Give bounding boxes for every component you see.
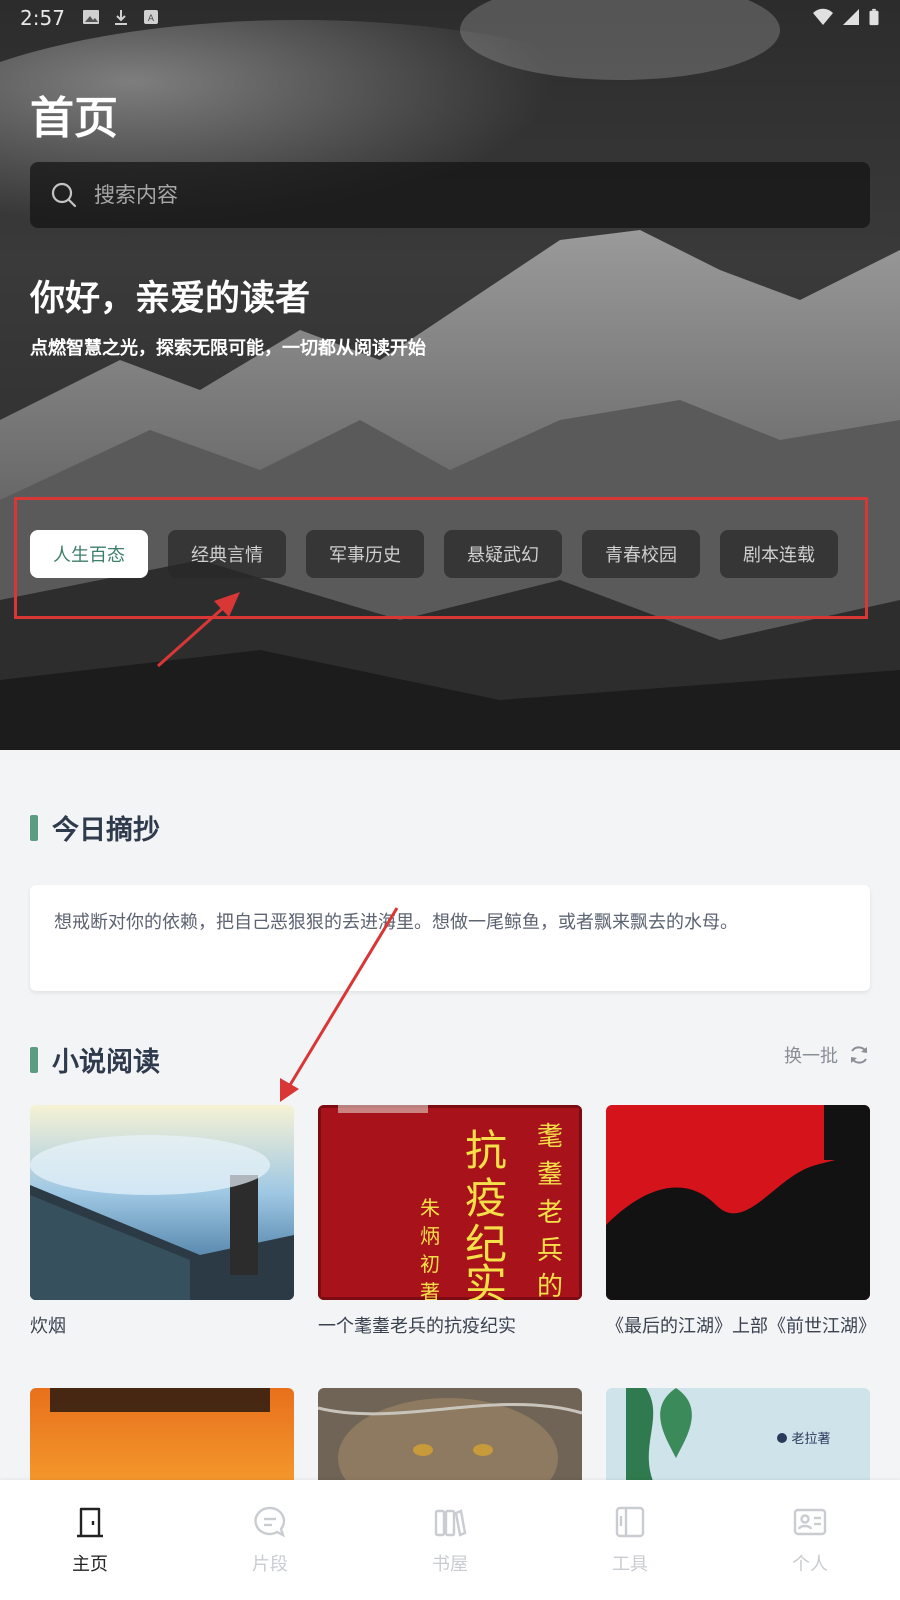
svg-text:老拉著: 老拉著 <box>791 1432 830 1447</box>
book-card[interactable]: 抗 疫 纪 实 耄 耋 老 兵 的 朱 炳 初 著 一个耄耋老兵的抗疫纪实 <box>318 1105 582 1340</box>
search-icon <box>51 182 77 208</box>
image-notification-icon <box>83 10 99 24</box>
section-title-daily-excerpt: 今日摘抄 <box>52 815 160 846</box>
daily-quote-card[interactable]: 想戒断对你的依赖，把自己恶狠狠的丢进海里。想做一尾鲸鱼，或者飘来飘去的水母。 <box>30 885 870 991</box>
svg-text:兵: 兵 <box>537 1236 563 1266</box>
battery-icon <box>869 8 879 26</box>
tab-bookshelf[interactable]: 书屋 <box>360 1480 540 1600</box>
mountain-background-image <box>0 0 900 750</box>
book-title: 炊烟 <box>30 1316 66 1337</box>
tab-label-home: 主页 <box>72 1554 108 1575</box>
page-title: 首页 <box>30 93 118 144</box>
refresh-icon <box>851 1046 867 1064</box>
app-notification-icon: A <box>144 10 158 24</box>
books-icon <box>434 1509 467 1537</box>
svg-text:抗: 抗 <box>465 1126 507 1175</box>
book-cover-image <box>30 1105 294 1300</box>
svg-text:耄: 耄 <box>537 1122 563 1152</box>
refresh-batch-button[interactable]: 换一批 <box>784 1042 870 1068</box>
profile-card-icon <box>793 1508 827 1536</box>
book-cover-image[interactable]: 老拉著 <box>606 1388 870 1488</box>
svg-text:炳: 炳 <box>420 1224 440 1248</box>
greeting-title: 你好，亲爱的读者 <box>30 278 311 319</box>
section-accent-bar <box>30 814 38 841</box>
tab-label-tools: 工具 <box>612 1554 648 1575</box>
svg-text:老: 老 <box>537 1198 563 1228</box>
download-icon <box>115 10 127 25</box>
door-icon <box>77 1507 103 1538</box>
tab-tools[interactable]: 工具 <box>540 1480 720 1600</box>
svg-text:的: 的 <box>537 1272 563 1300</box>
book-cover-image <box>606 1105 870 1300</box>
tab-profile[interactable]: 个人 <box>720 1480 900 1600</box>
status-time: 2:57 <box>20 6 65 30</box>
svg-text:实: 实 <box>465 1260 507 1300</box>
book-cover-image[interactable] <box>30 1388 294 1488</box>
greeting-subtitle: 点燃智慧之光，探索无限可能，一切都从阅读开始 <box>30 338 426 359</box>
daily-quote-text: 想戒断对你的依赖，把自己恶狠狠的丢进海里。想做一尾鲸鱼，或者飘来飘去的水母。 <box>54 912 738 933</box>
annotation-highlight-box <box>14 497 868 619</box>
search-input[interactable] <box>78 162 870 228</box>
svg-text:朱: 朱 <box>420 1196 440 1220</box>
svg-text:耋: 耋 <box>537 1160 563 1190</box>
tools-icon <box>615 1506 645 1538</box>
svg-text:A: A <box>148 14 155 24</box>
status-bar: 2:57 A <box>0 0 900 36</box>
book-card[interactable]: 炊烟 <box>30 1105 294 1340</box>
book-cover-image[interactable] <box>318 1388 582 1488</box>
book-cover-image: 抗 疫 纪 实 耄 耋 老 兵 的 朱 炳 初 著 <box>318 1105 582 1300</box>
chat-bubble-icon <box>254 1506 286 1538</box>
search-bar[interactable] <box>30 162 870 228</box>
refresh-label: 换一批 <box>784 1046 838 1067</box>
book-card[interactable]: 《最后的江湖》上部《前世江湖》 <box>606 1105 876 1340</box>
tab-label-snippets: 片段 <box>252 1554 288 1575</box>
wifi-icon <box>813 8 833 25</box>
book-title: 一个耄耋老兵的抗疫纪实 <box>318 1316 516 1337</box>
svg-text:疫: 疫 <box>465 1174 507 1223</box>
svg-text:初: 初 <box>420 1252 440 1276</box>
book-title: 《最后的江湖》上部《前世江湖》 <box>606 1316 876 1337</box>
section-accent-bar <box>30 1046 38 1073</box>
cell-signal-icon <box>843 9 859 25</box>
svg-text:著: 著 <box>420 1280 440 1300</box>
hero-banner: 2:57 A 首页 你好，亲爱的读者 点燃智慧之光，探索无限可能，一切都从阅读开… <box>0 0 900 750</box>
tab-snippets[interactable]: 片段 <box>180 1480 360 1600</box>
section-title-novels: 小说阅读 <box>52 1047 160 1078</box>
section-header-daily-excerpt: 今日摘抄 <box>30 808 160 847</box>
bottom-tab-bar: 主页 片段 书屋 工具 个人 <box>0 1480 900 1600</box>
section-header-novels: 小说阅读 <box>30 1040 160 1079</box>
tab-label-bookshelf: 书屋 <box>432 1554 468 1575</box>
tab-home[interactable]: 主页 <box>0 1480 180 1600</box>
tab-label-profile: 个人 <box>792 1554 828 1575</box>
